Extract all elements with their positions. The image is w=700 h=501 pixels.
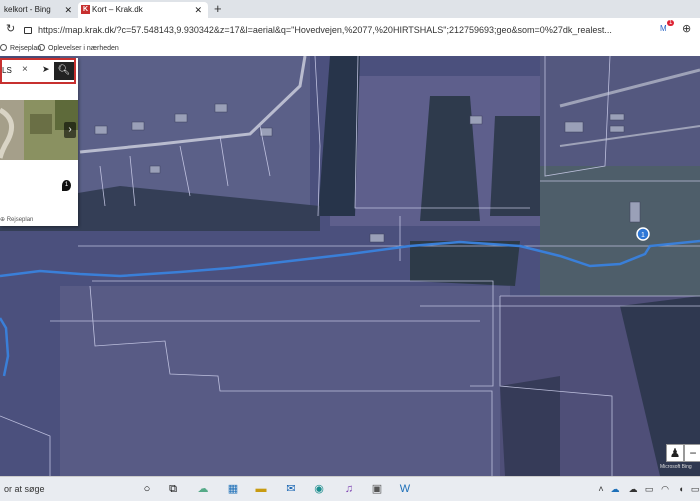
lock-icon bbox=[24, 27, 32, 34]
cortana-icon[interactable]: ○ bbox=[140, 482, 154, 496]
battery-icon[interactable]: ▭ bbox=[644, 483, 654, 495]
edge-icon[interactable]: ◉ bbox=[312, 482, 326, 496]
bookmarks-bar: Rejseplan Oplevelser i nærheden bbox=[0, 42, 700, 56]
notification-badge: 1 bbox=[667, 20, 675, 26]
search-input[interactable]: LS bbox=[2, 66, 12, 75]
extension-icon[interactable]: M1 bbox=[660, 20, 675, 34]
task-view-icon[interactable]: ⧉ bbox=[166, 482, 180, 496]
chevron-right-icon[interactable]: › bbox=[64, 122, 76, 138]
keyboard-icon[interactable]: ▭ bbox=[690, 483, 700, 495]
weather-icon[interactable]: ☁ bbox=[196, 482, 210, 496]
windows-taskbar: or at søge ○ ⧉ ☁ ▦ ▬ ✉ ◉ ♫ ▣ W ˄ ☁ ☁ ▭ ◠… bbox=[0, 476, 700, 501]
refresh-icon[interactable]: ↻ bbox=[6, 22, 15, 35]
krak-logo-icon: K bbox=[81, 5, 90, 14]
result-marker-icon: 1 bbox=[62, 180, 71, 191]
bookmark-label: Oplevelser i nærheden bbox=[48, 45, 119, 52]
tab-label: kelkort - Bing bbox=[4, 5, 51, 14]
route-pin-label: 1 bbox=[641, 232, 645, 239]
bookmark-icon bbox=[38, 44, 45, 51]
chevron-up-icon[interactable]: ˄ bbox=[596, 483, 606, 495]
location-photo[interactable]: › bbox=[0, 100, 78, 160]
pegman-icon[interactable]: ♟ bbox=[666, 444, 684, 462]
new-tab-button[interactable]: + bbox=[214, 1, 222, 17]
onedrive-icon[interactable]: ☁ bbox=[610, 483, 620, 495]
close-icon[interactable]: ✕ bbox=[64, 2, 72, 18]
calendar-icon[interactable]: ▦ bbox=[226, 482, 240, 496]
bookmark-label: Rejseplan bbox=[10, 45, 42, 52]
volume-icon[interactable]: ◖ bbox=[676, 483, 686, 495]
aerial-map[interactable]: 1 bbox=[0, 56, 700, 476]
store-icon[interactable]: ▣ bbox=[370, 482, 384, 496]
map-canvas: 1 bbox=[0, 56, 700, 476]
bookmark-icon bbox=[0, 44, 7, 51]
bookmark-rejseplan[interactable]: Rejseplan bbox=[0, 44, 41, 52]
cloud-icon[interactable]: ☁ bbox=[628, 483, 638, 495]
browser-tab-strip: kelkort - Bing ✕ K Kort – Krak.dk ✕ + bbox=[0, 0, 700, 18]
wifi-icon[interactable]: ◠ bbox=[660, 483, 670, 495]
outlook-icon[interactable]: ✉ bbox=[284, 482, 298, 496]
address-bar[interactable]: https://map.krak.dk/?c=57.548143,9.93034… bbox=[24, 22, 644, 38]
clear-icon[interactable]: × bbox=[22, 64, 28, 75]
address-bar-row: ↻ https://map.krak.dk/?c=57.548143,9.930… bbox=[0, 18, 700, 43]
word-icon[interactable]: W bbox=[398, 482, 412, 496]
url-text: https://map.krak.dk/?c=57.548143,9.93034… bbox=[38, 25, 612, 35]
tab-label: Kort – Krak.dk bbox=[92, 5, 143, 14]
taskbar-search[interactable]: or at søge bbox=[0, 479, 128, 499]
bookmark-oplevelser[interactable]: Oplevelser i nærheden bbox=[38, 44, 119, 52]
taskbar-search-placeholder: or at søge bbox=[4, 484, 45, 494]
search-bar: LS × ➤ 🔍︎ bbox=[0, 58, 76, 84]
close-icon[interactable]: ✕ bbox=[194, 2, 202, 18]
zoom-out-button[interactable]: − bbox=[684, 444, 700, 462]
tab-bing[interactable]: kelkort - Bing ✕ bbox=[0, 2, 78, 18]
search-button[interactable]: 🔍︎ bbox=[54, 62, 74, 80]
search-icon: 🔍︎ bbox=[57, 65, 71, 76]
tab-krak[interactable]: K Kort – Krak.dk ✕ bbox=[78, 2, 208, 18]
map-credit: Microsoft Bing bbox=[660, 464, 692, 470]
audio-app-icon[interactable]: ♫ bbox=[342, 482, 356, 496]
browser-extension-icon[interactable]: ⊕ bbox=[682, 22, 691, 35]
file-explorer-icon[interactable]: ▬ bbox=[254, 482, 268, 496]
route-planner-label: Rejseplan bbox=[6, 217, 34, 223]
search-panel: LS × ➤ 🔍︎ › 1 ⊕ Rejseplan bbox=[0, 58, 78, 226]
locate-arrow-icon[interactable]: ➤ bbox=[42, 64, 50, 75]
route-planner-link[interactable]: ⊕ Rejseplan bbox=[0, 216, 33, 223]
